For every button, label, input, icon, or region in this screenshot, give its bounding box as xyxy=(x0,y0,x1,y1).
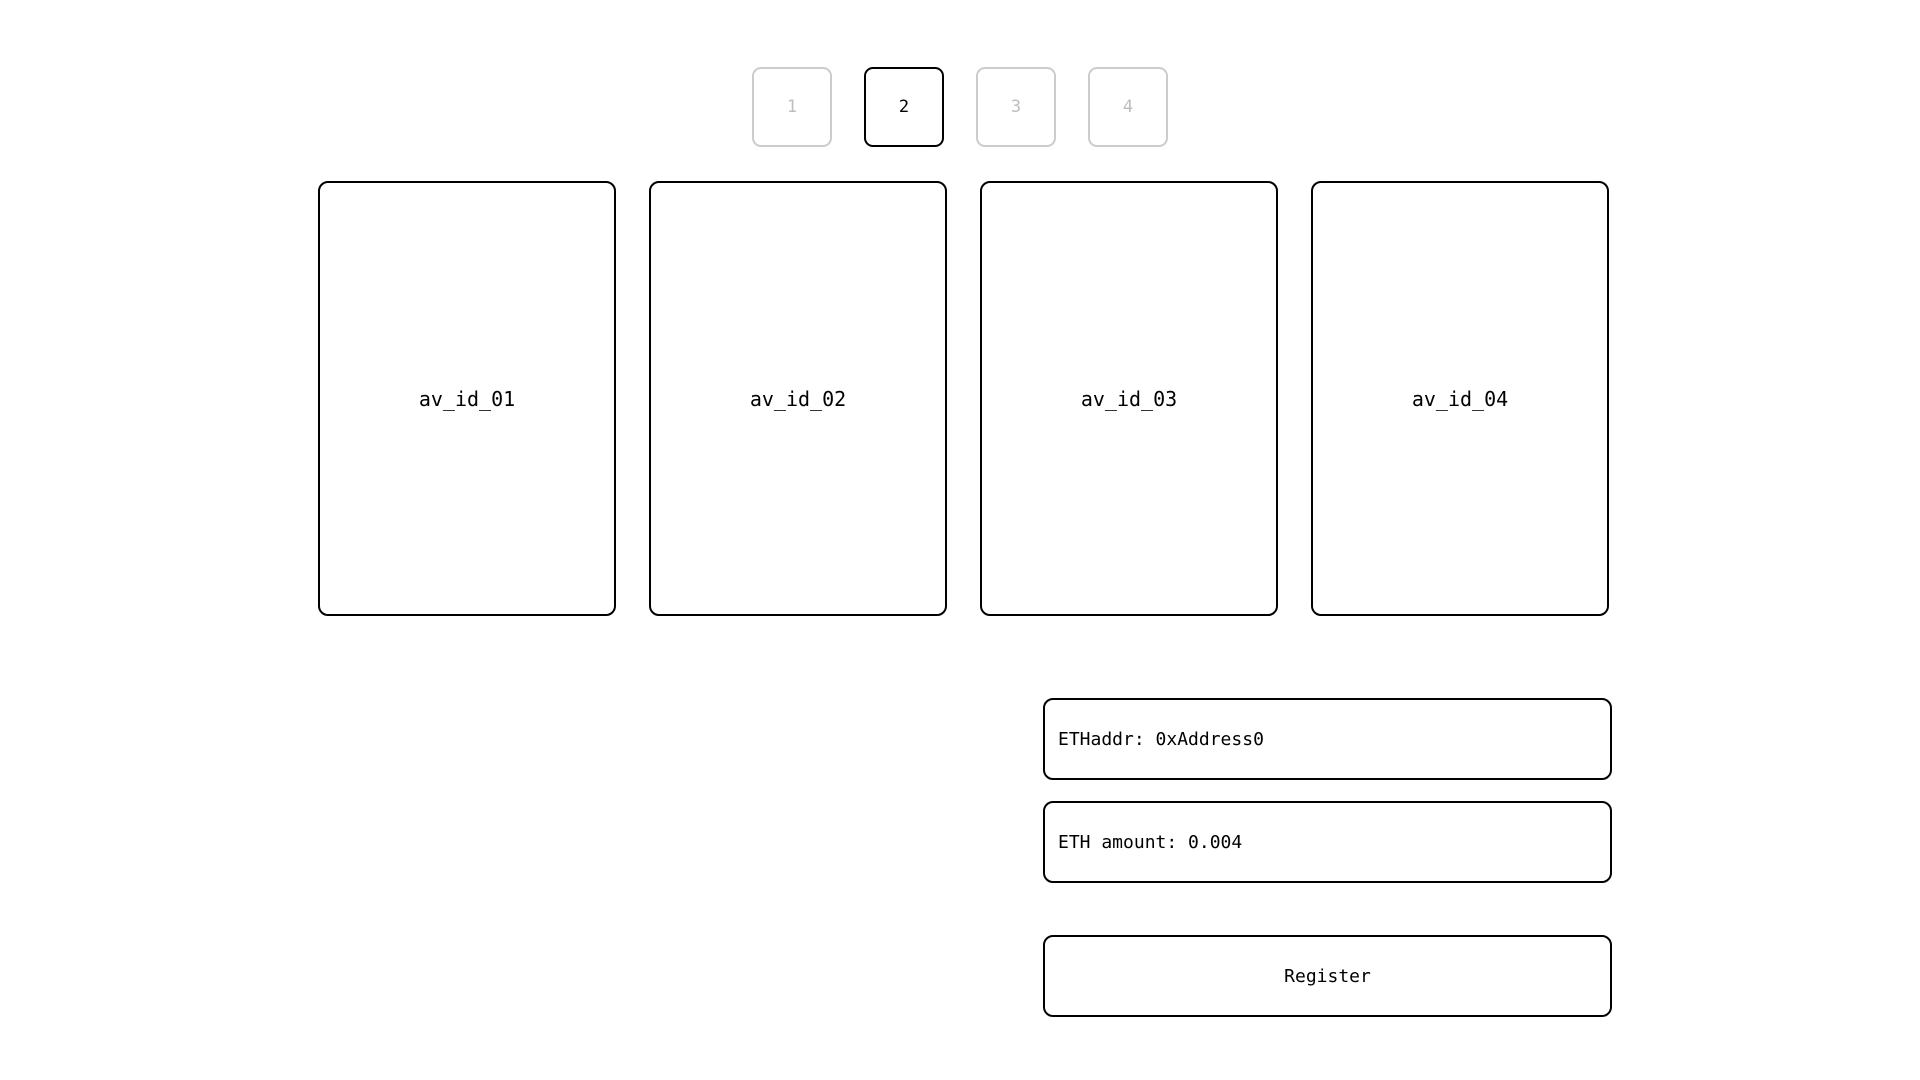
eth-amount-field[interactable]: ETH amount: 0.004 xyxy=(1043,801,1612,883)
avatar-label: av_id_01 xyxy=(418,386,516,411)
eth-address-text: ETHaddr: 0xAddress0 xyxy=(1058,728,1264,750)
step-button-4[interactable]: 4 xyxy=(1088,67,1168,147)
avatar-card-1[interactable]: av_id_01 xyxy=(318,181,616,616)
step-button-3[interactable]: 3 xyxy=(976,67,1056,147)
avatar-card-3[interactable]: av_id_03 xyxy=(980,181,1278,616)
eth-address-field[interactable]: ETHaddr: 0xAddress0 xyxy=(1043,698,1612,780)
avatar-card-2[interactable]: av_id_02 xyxy=(649,181,947,616)
step-indicator: 1 2 3 4 xyxy=(752,67,1168,147)
step-button-2[interactable]: 2 xyxy=(864,67,944,147)
avatar-label: av_id_04 xyxy=(1411,386,1509,411)
register-button[interactable]: Register xyxy=(1043,935,1612,1017)
avatar-label: av_id_03 xyxy=(1080,386,1178,411)
register-label: Register xyxy=(1284,965,1371,987)
page: 1 2 3 4 av_id_01 av_id_02 av_id_03 av_id… xyxy=(0,0,1920,1080)
step-button-1[interactable]: 1 xyxy=(752,67,832,147)
avatar-label: av_id_02 xyxy=(749,386,847,411)
avatar-card-4[interactable]: av_id_04 xyxy=(1311,181,1609,616)
eth-amount-text: ETH amount: 0.004 xyxy=(1058,831,1243,853)
avatar-grid: av_id_01 av_id_02 av_id_03 av_id_04 xyxy=(318,181,1609,616)
